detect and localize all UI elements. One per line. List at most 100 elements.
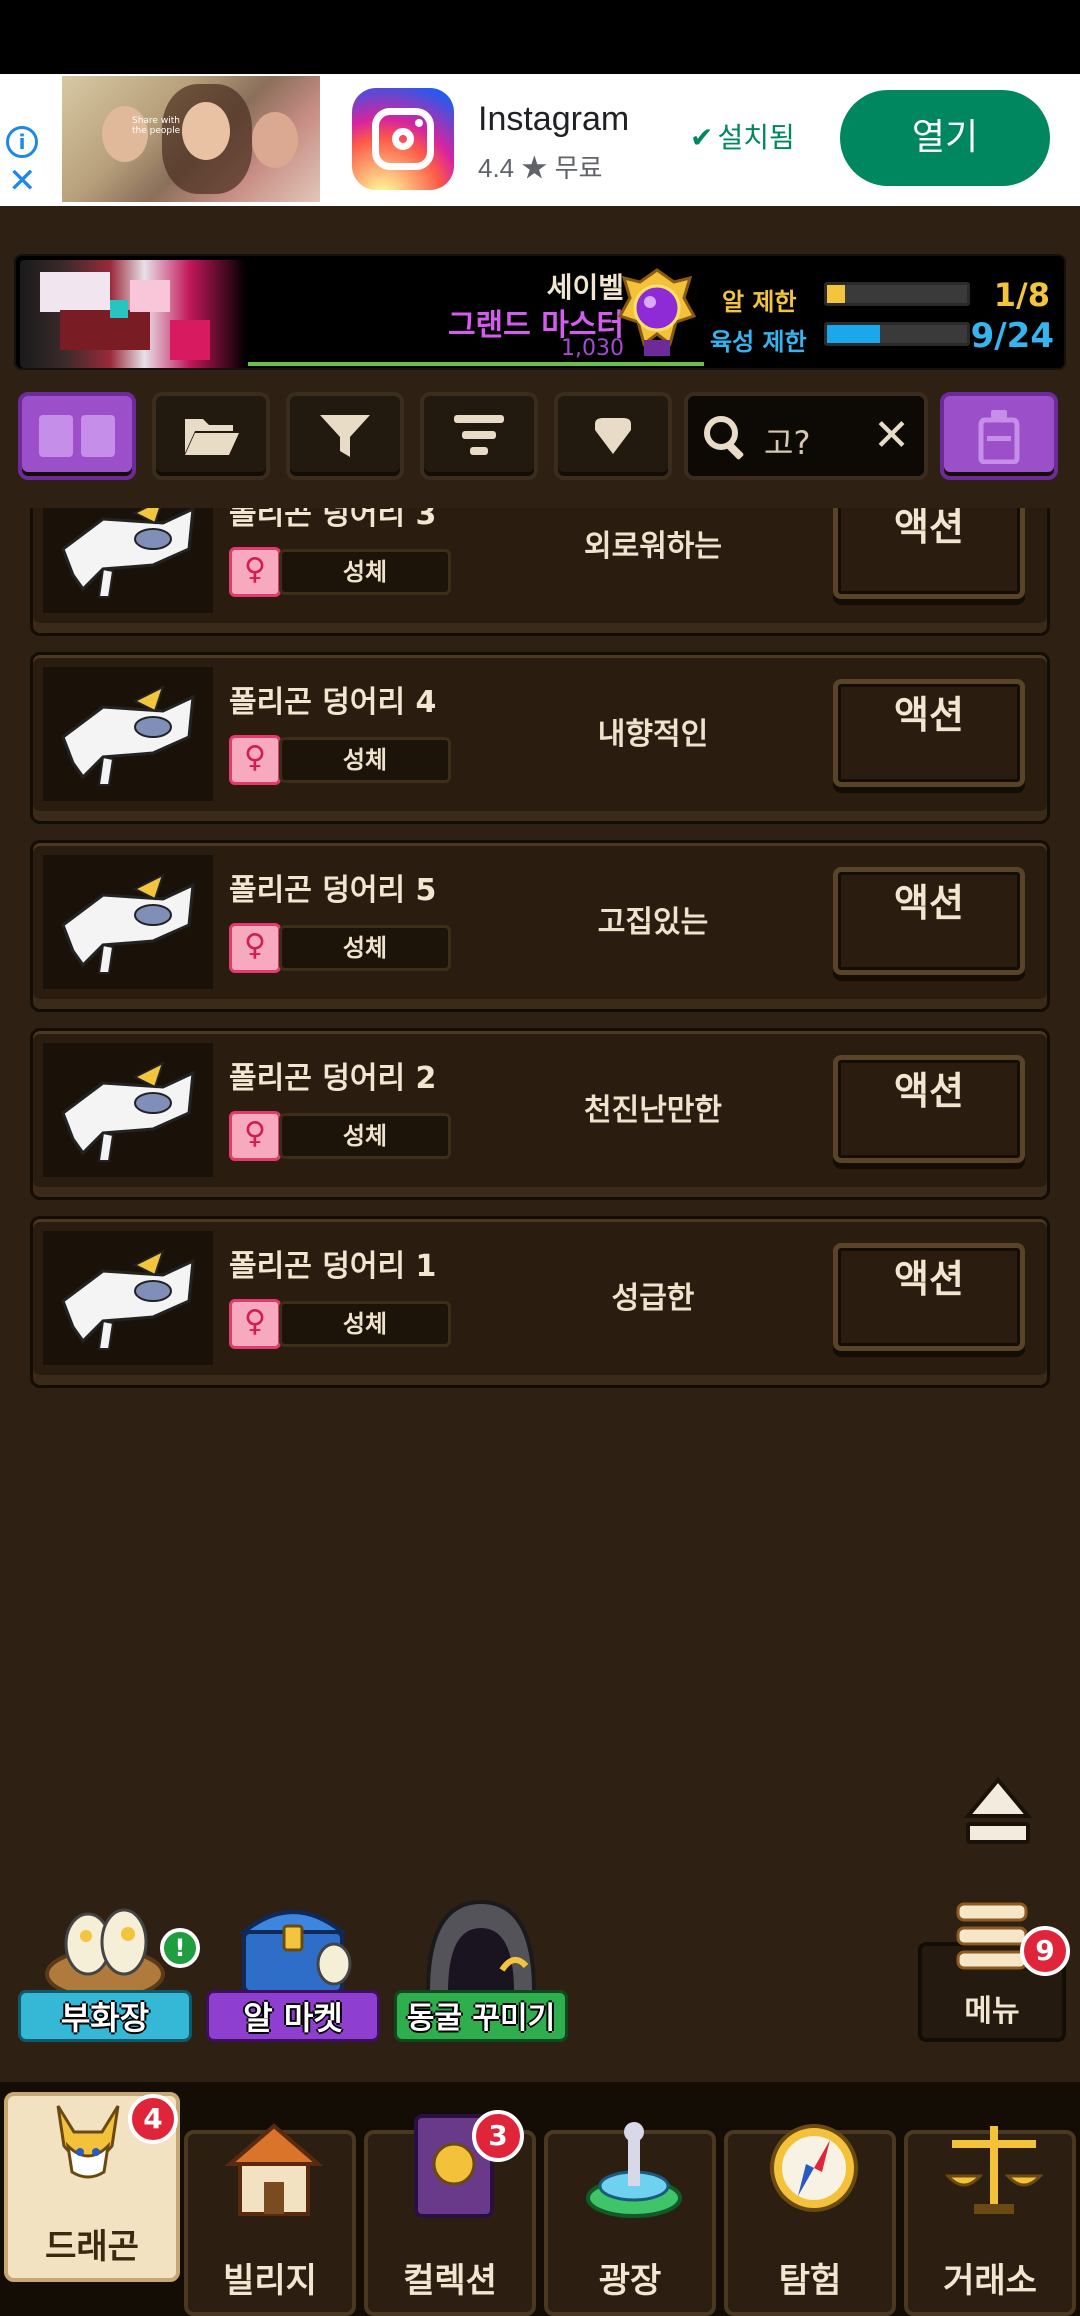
folder-icon: [185, 419, 239, 455]
dragon-stage: 성체: [279, 549, 451, 595]
nav-plaza[interactable]: 광장: [544, 2122, 716, 2316]
hatchery-button[interactable]: 부화장 !: [18, 1892, 200, 2042]
nav-dragon-badge: 4: [128, 2094, 178, 2144]
dragon-personality: 성급한: [611, 1281, 695, 1316]
sort-button[interactable]: [420, 392, 538, 480]
egg-limit-label: 알 제한: [722, 288, 797, 316]
dragon-action-button[interactable]: 액션: [833, 679, 1025, 787]
egg-limit-fill: [827, 285, 845, 303]
treasure-chest-icon: [238, 1910, 352, 1994]
dragon-action-button[interactable]: 액션: [833, 508, 1025, 599]
dragon-card[interactable]: 폴리곤 덩어리 5 ♀ 성체 고집있는 액션: [30, 840, 1050, 1012]
ad-rating-line: 4.4 ★ 무료: [478, 148, 602, 185]
female-gender-icon: ♀: [229, 923, 281, 973]
dragon-stage: 성체: [279, 925, 451, 971]
nav-collection-badge: 3: [472, 2110, 524, 2162]
menu-badge: 9: [1020, 1926, 1070, 1976]
menu-label: 메뉴: [964, 1994, 1020, 2029]
potion-button[interactable]: [940, 392, 1058, 480]
dragon-name: 폴리곤 덩어리 1: [229, 1249, 437, 1284]
fountain-icon: [586, 2122, 682, 2218]
dragon-portrait-icon: [43, 855, 213, 989]
dragon-portrait-icon: [43, 667, 213, 801]
xp-line: [248, 362, 704, 366]
heart-icon: [595, 418, 631, 454]
dragon-action-button[interactable]: 액션: [833, 867, 1025, 975]
nav-village[interactable]: 빌리지: [184, 2123, 356, 2316]
ad-banner[interactable]: i ✕ Share with the people Instagram 4.4 …: [0, 74, 1080, 206]
dragon-stage: 성체: [279, 1301, 451, 1347]
ad-thumbnail[interactable]: Share with the people: [62, 76, 320, 202]
dragon-action-button[interactable]: 액션: [833, 1055, 1025, 1163]
compass-icon: [770, 2124, 858, 2212]
egg-market-label: 알 마켓: [206, 1990, 380, 2042]
instagram-logo-icon[interactable]: [352, 88, 454, 190]
clear-search-icon[interactable]: ✕: [873, 410, 910, 461]
dragon-card[interactable]: 폴리곤 덩어리 4 ♀ 성체 내향적인 액션: [30, 652, 1050, 824]
check-icon: ✔: [690, 121, 714, 154]
hatchery-label: 부화장: [18, 1990, 192, 2042]
hatchery-badge: !: [160, 1928, 200, 1968]
scroll-top-icon[interactable]: [964, 1776, 1032, 1848]
scale-icon: [944, 2126, 1044, 2214]
dragon-portrait-icon: [43, 1043, 213, 1177]
nav-exchange[interactable]: 거래소: [904, 2126, 1076, 2316]
female-gender-icon: ♀: [229, 1111, 281, 1161]
dragon-card[interactable]: 폴리곤 덩어리 1 ♀ 성체 성급한 액션: [30, 1216, 1050, 1388]
grid-view-button[interactable]: [18, 392, 136, 480]
cave-icon: [425, 1899, 537, 1994]
menu-button[interactable]: 메뉴 9: [918, 1900, 1070, 2044]
dragon-icon: [56, 2105, 120, 2179]
ad-close-icon[interactable]: ✕: [8, 164, 38, 198]
nav-collection-label: 컬렉션: [403, 2261, 497, 2301]
avatar-pixel: [60, 310, 150, 350]
cave-decor-button[interactable]: 동굴 꾸미기: [394, 1892, 568, 2042]
dragon-name: 폴리곤 덩어리 3: [229, 508, 437, 532]
folder-button[interactable]: [152, 392, 270, 480]
sort-icon: [454, 415, 504, 455]
female-gender-icon: ♀: [229, 735, 281, 785]
dragon-list[interactable]: 폴리곤 덩어리 3 ♀ 성체 외로워하는 액션 폴리곤 덩어리 4 ♀ 성체 내…: [30, 508, 1050, 1398]
search-input[interactable]: 고?: [764, 418, 810, 464]
dragon-card[interactable]: 폴리곤 덩어리 3 ♀ 성체 외로워하는 액션: [30, 508, 1050, 636]
egg-count: 1/8: [993, 276, 1050, 314]
gender-symbol: ♀: [244, 928, 266, 963]
search-field[interactable]: 고? ✕: [684, 392, 928, 480]
nav-exchange-label: 거래소: [943, 2261, 1037, 2301]
hamburger-menu-icon: [956, 1902, 1028, 1970]
status-bar: [0, 0, 1080, 74]
avatar-pixel: [170, 320, 210, 360]
grid-view-icon: [39, 415, 115, 457]
dragon-card[interactable]: 폴리곤 덩어리 2 ♀ 성체 천진난만한 액션: [30, 1028, 1050, 1200]
hatchery-nest-icon: [45, 1908, 165, 2000]
nav-explore[interactable]: 탐험: [724, 2124, 896, 2316]
dragon-action-button[interactable]: 액션: [833, 1243, 1025, 1351]
gender-symbol: ♀: [244, 740, 266, 775]
potion-icon: [978, 410, 1020, 464]
female-gender-icon: ♀: [229, 1299, 281, 1349]
rank-badge-icon[interactable]: [614, 264, 700, 362]
logo-small-dot: [415, 119, 423, 127]
egg-limit-bar: [824, 282, 970, 306]
nav-collection[interactable]: 컬렉션 3: [364, 2110, 536, 2316]
player-profile-panel[interactable]: 세이벨 그랜드 마스터 1,030 알 제한 육성 제한 1/8 9/24: [14, 254, 1066, 370]
ad-thumb-caption: Share with the people: [132, 116, 181, 136]
ad-open-button[interactable]: 열기: [840, 90, 1050, 186]
avatar-pixel: [130, 280, 170, 312]
ad-info-icon[interactable]: i: [6, 126, 38, 158]
dragon-name: 폴리곤 덩어리 5: [229, 873, 437, 908]
female-gender-icon: ♀: [229, 547, 281, 597]
gender-symbol: ♀: [244, 552, 266, 587]
dragon-name: 폴리곤 덩어리 2: [229, 1061, 437, 1096]
filter-button[interactable]: [286, 392, 404, 480]
nav-explore-label: 탐험: [778, 2261, 842, 2301]
egg-market-button[interactable]: 알 마켓: [206, 1892, 380, 2042]
logo-ring: [372, 108, 434, 170]
raise-count: 9/24: [970, 316, 1054, 356]
dragon-name: 폴리곤 덩어리 4: [229, 685, 437, 720]
dragon-personality: 고집있는: [597, 905, 709, 940]
ad-price: 무료: [554, 153, 603, 183]
favorite-button[interactable]: [554, 392, 672, 480]
nav-dragon[interactable]: 드래곤 4: [4, 2092, 180, 2282]
player-avatar[interactable]: [20, 260, 246, 368]
